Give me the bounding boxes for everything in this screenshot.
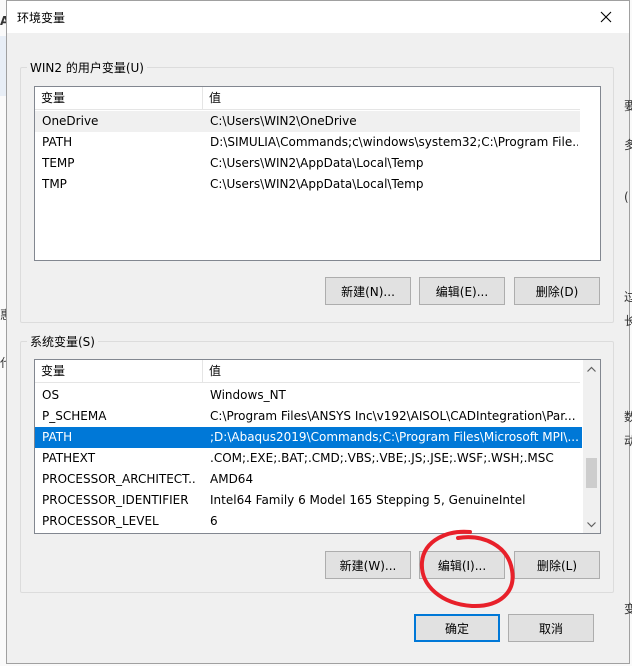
column-header-value[interactable]: 值 <box>203 87 580 109</box>
user-variables-list[interactable]: 变量 值 OneDrive C:\Users\WIN2\OneDrive PAT… <box>34 86 601 261</box>
chevron-up-icon <box>587 366 596 372</box>
scroll-up-button[interactable] <box>583 360 600 377</box>
background-text: 要 <box>624 99 632 113</box>
close-button[interactable] <box>583 1 629 33</box>
user-new-button[interactable]: 新建(N)... <box>325 277 411 305</box>
title-bar: 环境变量 <box>7 1 629 33</box>
user-edit-button[interactable]: 编辑(E)... <box>419 277 505 305</box>
background-text: ( <box>624 190 629 204</box>
system-variables-label: 系统变量(S) <box>27 333 98 350</box>
background-text: 多 <box>624 138 632 152</box>
variable-name: P_SCHEMA <box>42 409 107 423</box>
variable-name: PROCESSOR_IDENTIFIER <box>42 493 189 507</box>
chevron-down-icon <box>587 521 596 527</box>
table-row-selected[interactable]: PATH ;D:\Abaqus2019\Commands;C:\Program … <box>35 427 582 448</box>
background-text: 长 <box>624 314 632 328</box>
background-text: 变 <box>624 602 632 616</box>
variable-value: 6 <box>210 514 218 528</box>
cancel-button[interactable]: 取消 <box>508 614 594 642</box>
system-delete-button[interactable]: 删除(L) <box>514 551 600 579</box>
ok-button[interactable]: 确定 <box>414 614 500 642</box>
variable-name: PATH <box>42 430 73 444</box>
background-text: 动 <box>624 434 632 448</box>
variable-value: C:\Users\WIN2\OneDrive <box>210 114 357 128</box>
variable-value: C:\Users\WIN2\AppData\Local\Temp <box>210 177 424 191</box>
variable-value: D:\SIMULIA\Commands;c\windows\system32;C… <box>210 135 578 149</box>
column-header-name[interactable]: 变量 <box>35 360 203 382</box>
variable-value: .COM;.EXE;.BAT;.CMD;.VBS;.VBE;.JS;.JSE;.… <box>210 451 554 465</box>
system-edit-button[interactable]: 编辑(I)... <box>419 551 505 579</box>
table-row[interactable]: OneDrive C:\Users\WIN2\OneDrive <box>35 111 580 132</box>
background-text: 数 <box>624 410 632 424</box>
system-new-button[interactable]: 新建(W)... <box>325 551 411 579</box>
dialog-title: 环境变量 <box>17 11 66 25</box>
variable-name: OneDrive <box>42 114 99 128</box>
table-row[interactable]: OS Windows_NT <box>35 385 582 406</box>
variable-name: TEMP <box>42 156 75 170</box>
table-row[interactable]: PROCESSOR_LEVEL 6 <box>35 511 582 532</box>
background-text: 过 <box>624 290 632 304</box>
table-row[interactable]: TEMP C:\Users\WIN2\AppData\Local\Temp <box>35 153 580 174</box>
variable-name: PATHEXT <box>42 451 96 465</box>
table-row[interactable]: PROCESSOR_ARCHITECT... AMD64 <box>35 469 582 490</box>
table-row[interactable]: PATH D:\SIMULIA\Commands;c\windows\syste… <box>35 132 580 153</box>
scroll-down-button[interactable] <box>583 516 600 533</box>
variable-value: Windows_NT <box>210 388 286 402</box>
list-header: 变量 值 <box>35 87 580 110</box>
table-row[interactable]: PROCESSOR_IDENTIFIER Intel64 Family 6 Mo… <box>35 490 582 511</box>
variable-value: Intel64 Family 6 Model 165 Stepping 5, G… <box>210 493 526 507</box>
list-header: 变量 值 <box>35 360 580 383</box>
column-header-name[interactable]: 变量 <box>35 87 203 109</box>
variable-name: PROCESSOR_LEVEL <box>42 514 159 528</box>
user-variables-label: WIN2 的用户变量(U) <box>27 59 147 76</box>
variable-name: TMP <box>42 177 67 191</box>
environment-variables-dialog: 环境变量 WIN2 的用户变量(U) 变量 值 OneDrive C:\User… <box>6 0 630 664</box>
scrollbar-thumb[interactable] <box>586 458 597 488</box>
table-row[interactable]: PATHEXT .COM;.EXE;.BAT;.CMD;.VBS;.VBE;.J… <box>35 448 582 469</box>
table-row[interactable]: P_SCHEMA C:\Program Files\ANSYS Inc\v192… <box>35 406 582 427</box>
user-delete-button[interactable]: 删除(D) <box>514 277 600 305</box>
variable-name: PROCESSOR_ARCHITECT... <box>42 472 197 486</box>
variable-name: PATH <box>42 135 73 149</box>
column-header-value[interactable]: 值 <box>203 360 580 382</box>
close-icon <box>600 11 612 23</box>
system-list-scrollbar[interactable] <box>583 360 600 533</box>
variable-value: C:\Program Files\ANSYS Inc\v192\AISOL\CA… <box>210 409 576 423</box>
variable-name: OS <box>42 388 60 402</box>
table-row[interactable]: TMP C:\Users\WIN2\AppData\Local\Temp <box>35 174 580 195</box>
variable-value: C:\Users\WIN2\AppData\Local\Temp <box>210 156 424 170</box>
variable-value: AMD64 <box>210 472 254 486</box>
system-variables-list[interactable]: 变量 值 OS Windows_NT P_SCHEMA C:\Program F… <box>34 359 601 534</box>
variable-value: ;D:\Abaqus2019\Commands;C:\Program Files… <box>210 430 578 444</box>
